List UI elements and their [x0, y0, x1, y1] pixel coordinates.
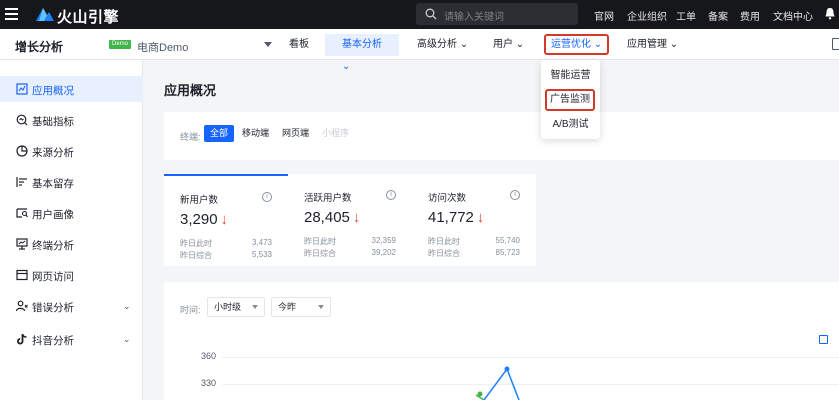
menu-item-ad-monitoring[interactable]: 广告监测	[545, 89, 595, 111]
compare-label: 昨日综合	[304, 249, 336, 258]
tab-operations-optimization[interactable]: 运营优化 ⌄	[544, 34, 610, 55]
brand-name[interactable]: 火山引擎	[57, 6, 119, 27]
hamburger-menu-icon[interactable]	[5, 8, 18, 20]
terminal-option-miniprogram: 小程序	[322, 128, 350, 138]
trend-chart-card: 时间: 小时级 今昨 360 330	[164, 282, 839, 400]
tab-basic-analysis[interactable]: 基本分析 ⌄	[325, 34, 399, 72]
metric-title: 访问次数	[428, 193, 467, 204]
operations-dropdown-menu: 智能运营 广告监测 A/B测试	[541, 60, 600, 139]
page-title: 应用概况	[164, 83, 217, 98]
compare-value: 32,359	[371, 236, 396, 245]
info-icon[interactable]: i	[510, 190, 520, 200]
app-selector-caret-icon[interactable]	[264, 42, 272, 47]
source-icon	[16, 145, 28, 157]
sub-header: 增长分析 Demo 电商Demo 看板 基本分析 ⌄ 高级分析 ⌄ 用户 ⌄ 运…	[0, 29, 839, 72]
compare-value: 55,740	[495, 236, 520, 245]
search-placeholder: 请输入关键词	[444, 12, 504, 23]
trend-down-icon: ↓	[476, 209, 485, 226]
retention-icon	[16, 177, 27, 187]
panel-toggle-icon[interactable]	[832, 38, 839, 50]
tab-advanced-analysis[interactable]: 高级分析 ⌄	[411, 34, 474, 56]
search-box[interactable]: 请输入关键词	[416, 3, 578, 25]
sidebar-item-terminal-analysis[interactable]: 终端分析	[0, 231, 143, 257]
sidebar-item-label: 抖音分析	[32, 335, 74, 347]
series-today-point	[477, 391, 483, 397]
series-yesterday-point	[504, 366, 510, 372]
sidebar: 应用概况 基础指标 来源分析 基本留存 用户画像 终端分析 网页访问 错误分析 …	[0, 60, 143, 400]
compare-label: 昨日综合	[428, 249, 460, 258]
menu-item-ab-testing[interactable]: A/B测试	[541, 114, 600, 136]
douyin-icon	[17, 334, 27, 345]
sidebar-item-basic-retention[interactable]: 基本留存	[0, 169, 143, 195]
terminal-filter: 终端: 全部 移动端 网页端 小程序	[164, 112, 839, 160]
sidebar-item-source-analysis[interactable]: 来源分析	[0, 138, 143, 164]
metric-value: 28,405 ↓	[304, 209, 361, 226]
top-bar: 火山引擎 请输入关键词 官网 企业组织 工单 备案 费用 文档中心	[0, 0, 839, 29]
sidebar-item-label: 基本留存	[32, 178, 74, 190]
overview-icon	[16, 83, 28, 95]
nav-link-official[interactable]: 官网	[594, 8, 614, 23]
sidebar-item-user-persona[interactable]: 用户画像	[0, 200, 143, 226]
menu-item-smart-operations[interactable]: 智能运营	[541, 65, 600, 87]
terminal-option-mobile[interactable]: 移动端	[236, 125, 275, 142]
sidebar-item-basic-metrics[interactable]: 基础指标	[0, 107, 143, 133]
terminal-icon	[16, 238, 28, 250]
compare-label: 昨日此时	[304, 237, 336, 246]
sidebar-item-label: 用户画像	[32, 209, 74, 221]
compare-label: 昨日综合	[180, 251, 212, 260]
product-title: 增长分析	[15, 40, 64, 54]
chevron-down-icon[interactable]: ⌄	[123, 301, 131, 312]
compare-value: 3,473	[251, 238, 272, 247]
info-icon[interactable]: i	[386, 190, 396, 200]
series-yesterday-line	[483, 367, 520, 400]
compare-label: 昨日此时	[180, 239, 212, 248]
sidebar-item-label: 错误分析	[32, 302, 74, 314]
sidebar-item-label: 基础指标	[32, 116, 74, 128]
compare-label: 昨日此时	[428, 237, 460, 246]
compare-value: 5,533	[251, 250, 272, 259]
tab-users[interactable]: 用户 ⌄	[487, 34, 530, 56]
nav-link-enterprise[interactable]: 企业组织	[627, 8, 667, 23]
error-icon	[16, 300, 28, 312]
metric-value: 3,290 ↓	[180, 211, 229, 228]
metric-title: 新用户数	[180, 195, 219, 206]
compare-value: 39,202	[371, 248, 396, 257]
webpage-icon	[16, 269, 28, 281]
sidebar-item-label: 来源分析	[32, 147, 74, 159]
nav-link-docs[interactable]: 文档中心	[773, 8, 813, 23]
sidebar-item-error-analysis[interactable]: 错误分析 ⌄	[0, 293, 143, 319]
search-icon	[425, 8, 437, 20]
sidebar-item-app-overview[interactable]: 应用概况	[0, 76, 143, 102]
chevron-down-icon[interactable]: ⌄	[123, 334, 131, 345]
sidebar-item-web-visits[interactable]: 网页访问	[0, 262, 143, 288]
metric-card-active-users[interactable]: 活跃用户数 i 28,405 ↓ 昨日此时 32,359 昨日综合 39,202	[288, 174, 412, 266]
nav-link-billing[interactable]: 费用	[740, 8, 760, 23]
volcano-logo-icon	[36, 8, 54, 21]
sidebar-item-label: 终端分析	[32, 240, 74, 252]
metrics-icon	[16, 114, 28, 126]
metric-title: 活跃用户数	[304, 193, 352, 204]
info-icon[interactable]: i	[262, 192, 272, 202]
persona-icon	[16, 208, 28, 218]
metric-card-visits[interactable]: 访问次数 i 41,772 ↓ 昨日此时 55,740 昨日综合 85,723	[412, 174, 536, 266]
terminal-option-all[interactable]: 全部	[204, 125, 235, 142]
demo-badge: Demo	[109, 40, 132, 49]
metric-card-new-users[interactable]: 新用户数 i 3,290 ↓ 昨日此时 3,473 昨日综合 5,533	[164, 174, 288, 266]
sidebar-item-douyin-analysis[interactable]: 抖音分析 ⌄	[0, 326, 143, 352]
bell-icon[interactable]	[824, 7, 836, 20]
terminal-label: 终端:	[180, 132, 201, 142]
nav-link-filing[interactable]: 备案	[708, 8, 728, 23]
app-selector[interactable]: 电商Demo	[137, 39, 188, 55]
terminal-option-web[interactable]: 网页端	[276, 125, 315, 142]
sidebar-item-label: 网页访问	[32, 271, 74, 283]
trend-down-icon: ↓	[352, 209, 361, 226]
sidebar-item-label: 应用概况	[32, 85, 74, 97]
trend-lines	[475, 366, 520, 400]
trend-down-icon: ↓	[220, 211, 229, 228]
tab-dashboard[interactable]: 看板	[283, 34, 315, 56]
compare-value: 85,723	[495, 248, 520, 257]
tab-app-management[interactable]: 应用管理 ⌄	[621, 34, 684, 56]
nav-link-ticket[interactable]: 工单	[676, 8, 696, 23]
metric-value: 41,772 ↓	[428, 209, 485, 226]
